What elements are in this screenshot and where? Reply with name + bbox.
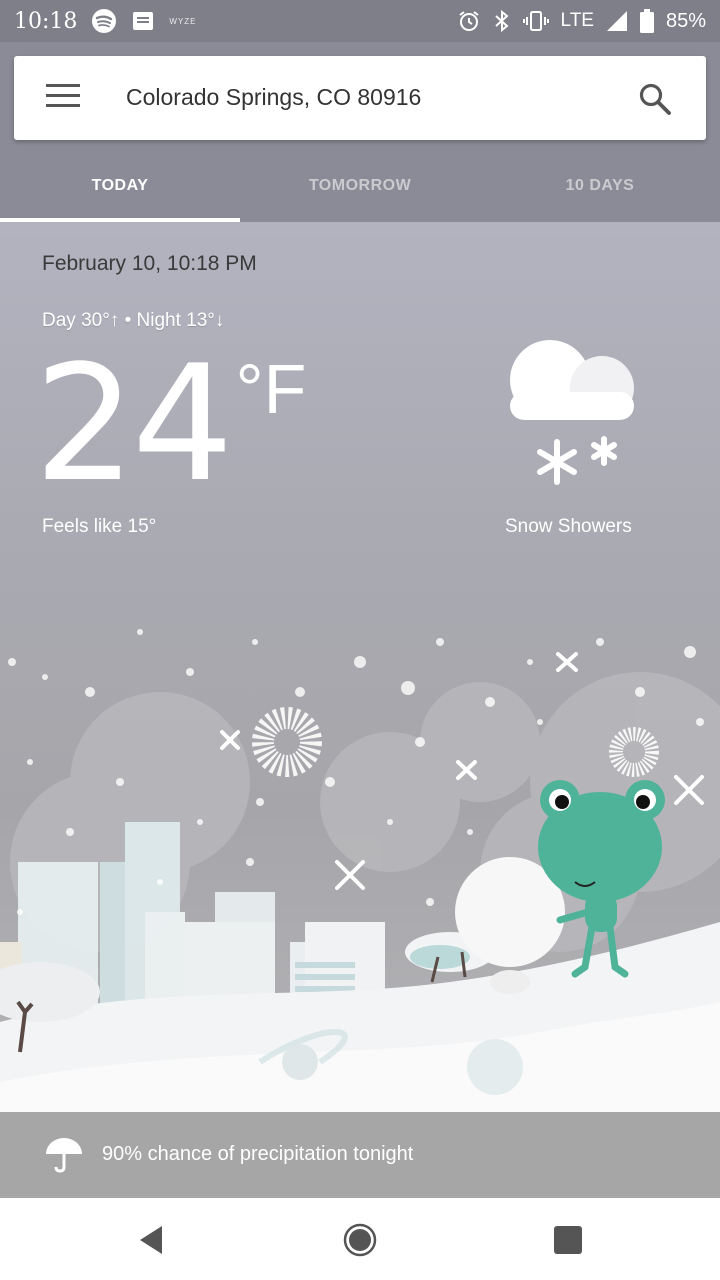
vibrate-icon <box>522 9 549 33</box>
navigation-bar <box>0 1198 720 1280</box>
signal-icon <box>606 10 628 32</box>
app-header: Colorado Springs, CO 80916 TODAY TOMORRO… <box>0 42 720 222</box>
battery-icon <box>639 9 654 33</box>
menu-icon[interactable] <box>46 84 80 112</box>
recents-icon[interactable] <box>548 1220 588 1260</box>
condition-text: Snow Showers <box>505 516 632 537</box>
status-bar: 10:18 WYZE LTE 85% <box>0 0 720 42</box>
umbrella-icon <box>44 1134 84 1174</box>
day-night-temps: Day 30°↑ • Night 13°↓ <box>42 310 225 331</box>
tab-bar: TODAY TOMORROW 10 DAYS <box>0 150 720 222</box>
search-bar[interactable]: Colorado Springs, CO 80916 <box>14 56 706 140</box>
snow-cloud-icon <box>500 332 650 492</box>
alarm-icon <box>457 9 481 33</box>
back-icon[interactable] <box>132 1220 172 1260</box>
home-icon[interactable] <box>340 1220 380 1260</box>
temperature-unit: °F <box>235 350 307 428</box>
tab-10-days[interactable]: 10 DAYS <box>480 150 720 222</box>
precipitation-text: 90% chance of precipitation tonight <box>102 1143 414 1165</box>
date-time: February 10, 10:18 PM <box>42 252 257 275</box>
feels-like: Feels like 15° <box>42 516 157 537</box>
search-icon[interactable] <box>638 82 672 116</box>
tab-today[interactable]: TODAY <box>0 150 240 222</box>
temperature-value: 24 <box>34 330 234 517</box>
precipitation-bar[interactable]: 90% chance of precipitation tonight <box>0 1112 720 1198</box>
status-time: 10:18 <box>14 8 78 34</box>
weather-panel: February 10, 10:18 PM Day 30°↑ • Night 1… <box>0 222 720 1198</box>
tab-tomorrow[interactable]: TOMORROW <box>240 150 480 222</box>
wyze-notification-label: WYZE <box>169 16 197 26</box>
current-temperature: 24 °F <box>34 344 306 504</box>
message-icon <box>131 9 155 33</box>
spotify-icon <box>91 8 117 34</box>
network-type: LTE <box>560 10 594 31</box>
bluetooth-icon <box>493 9 511 33</box>
location-text[interactable]: Colorado Springs, CO 80916 <box>126 84 421 111</box>
battery-level: 85% <box>665 9 706 32</box>
